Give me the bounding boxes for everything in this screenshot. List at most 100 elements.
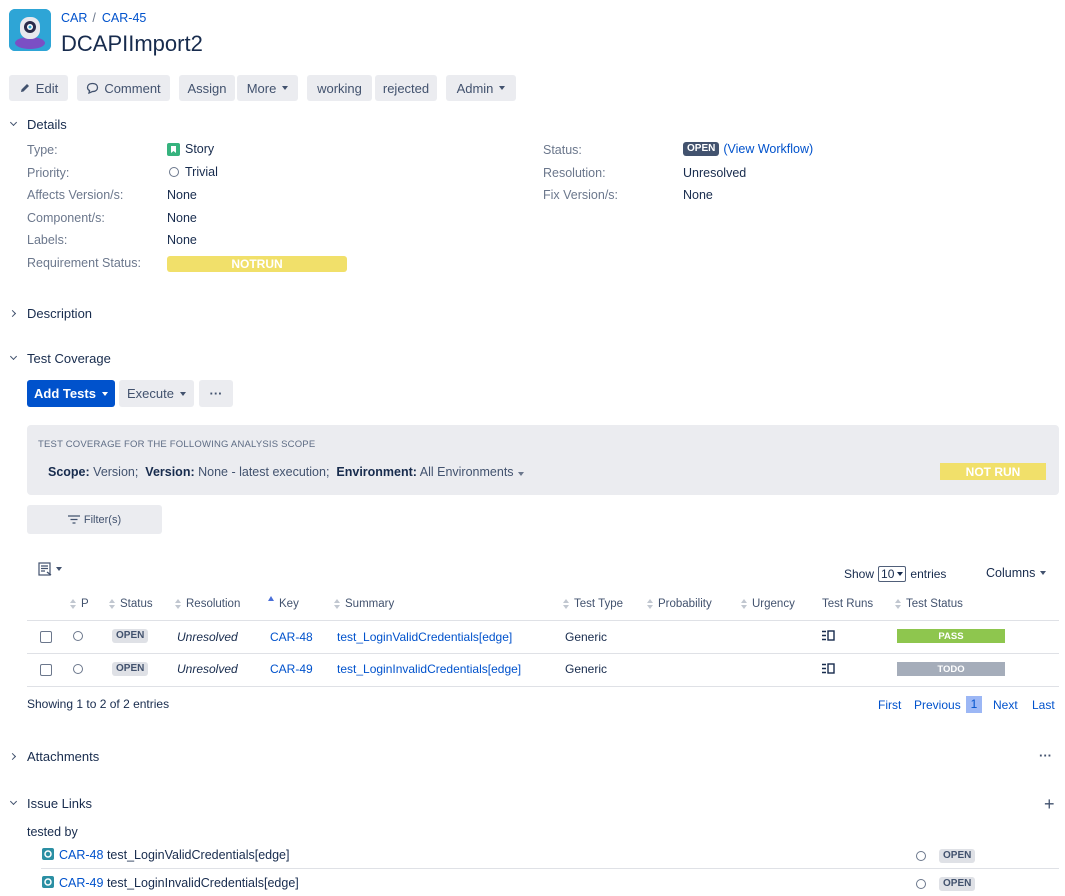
breadcrumb-project[interactable]: CAR [61,11,87,25]
pagination-next[interactable]: Next [993,698,1018,712]
pagination-last[interactable]: Last [1032,698,1055,712]
description-header: Description [27,306,93,321]
fix-version-value: None [683,188,713,202]
admin-button[interactable]: Admin [446,75,516,101]
sort-icon [741,599,747,609]
sort-icon [109,599,115,609]
sort-icon [334,599,340,609]
component-value: None [167,211,197,225]
entries-select[interactable]: 10 [878,566,907,582]
comment-button[interactable]: Comment [77,75,170,101]
col-test-runs: Test Runs [822,598,874,610]
coverage-scope-panel [27,425,1059,495]
attachments-more-button[interactable]: ··· [1039,748,1052,763]
rejected-button[interactable]: rejected [375,75,437,101]
test-issue-icon [42,848,54,863]
sort-icon [70,599,76,609]
attachments-header: Attachments [27,749,100,764]
test-type-cell: Generic [565,662,608,676]
table-divider [27,653,1059,654]
more-label: More [246,80,277,96]
issue-links-header: Issue Links [27,796,93,811]
sort-icon [895,599,901,609]
test-type-cell: Generic [565,630,608,644]
pagination-previous[interactable]: Previous [914,698,961,712]
col-p[interactable]: P [70,598,89,610]
columns-button[interactable]: Columns [986,566,1047,580]
col-summary[interactable]: Summary [334,598,394,610]
linked-issue-summary: test_LoginInvalidCredentials[edge] [106,876,299,890]
page-title: DCAPIImport2 [61,31,203,56]
assign-button[interactable]: Assign [179,75,235,101]
chevron-down-icon [179,391,186,396]
pagination-first[interactable]: First [878,698,901,712]
project-avatar[interactable] [9,9,51,51]
status-badge: OPEN [683,142,720,156]
attachments-toggle[interactable]: Attachments [9,749,99,764]
breadcrumb: CAR / CAR-45 [61,11,147,25]
pagination-page[interactable]: 1 [966,696,982,713]
col-probability[interactable]: Probability [647,598,712,610]
status-value: OPEN (View Workflow) [683,142,813,156]
linked-issue-summary: test_LoginValidCredentials[edge] [106,848,290,862]
export-menu-button[interactable] [38,562,62,576]
row-checkbox[interactable] [40,631,52,643]
pencil-icon [20,84,29,92]
col-resolution[interactable]: Resolution [175,598,240,610]
filters-button[interactable]: Filter(s) [27,505,162,534]
type-value: Story [167,142,214,156]
sort-icon [563,599,569,609]
type-label: Type: [27,143,58,157]
admin-label: Admin [456,80,494,96]
status-badge: OPEN [939,877,976,891]
overall-coverage-status: NOT RUN [940,463,1046,480]
edit-button[interactable]: Edit [9,75,68,101]
status-label: Status: [543,143,582,157]
add-tests-button[interactable]: Add Tests [27,380,115,407]
environment-dropdown[interactable]: All Environments [420,465,514,479]
priority-label: Priority: [27,166,70,180]
add-link-button[interactable]: + [1044,795,1055,813]
col-test-type[interactable]: Test Type [563,598,623,610]
description-toggle[interactable]: Description [9,306,92,321]
row-checkbox[interactable] [40,664,52,676]
export-list-icon [38,562,52,576]
test-runs-icon[interactable] [822,630,835,641]
details-toggle[interactable]: Details [9,117,67,132]
linked-issue-key[interactable]: CAR-48 [59,848,103,862]
test-status-bar: PASS [897,629,1005,643]
priority-icon [916,851,926,861]
working-button[interactable]: working [307,75,372,101]
affects-version-label: Affects Version/s: [27,188,124,202]
details-header: Details [27,117,67,132]
fix-version-label: Fix Version/s: [543,188,619,202]
execute-button[interactable]: Execute [119,380,194,407]
labels-label: Labels: [27,233,68,247]
test-runs-icon[interactable] [822,663,835,674]
test-coverage-header: Test Coverage [27,351,111,366]
col-status[interactable]: Status [109,598,153,610]
breadcrumb-issue[interactable]: CAR-45 [102,11,146,25]
list-divider [41,868,1059,869]
filter-icon [67,515,80,524]
col-urgency[interactable]: Urgency [741,598,795,610]
col-test-status[interactable]: Test Status [895,598,963,610]
more-actions-button[interactable]: ··· [199,380,233,407]
test-summary-link[interactable]: test_LoginValidCredentials[edge] [337,630,512,644]
chevron-down-icon [9,354,19,364]
test-key-link[interactable]: CAR-49 [270,662,313,676]
view-workflow-link[interactable]: (View Workflow) [723,142,813,156]
test-summary-link[interactable]: test_LoginInvalidCredentials[edge] [337,662,521,676]
resolution-cell: Unresolved [177,630,238,644]
caret-down-icon [517,472,524,476]
priority-value: Trivial [169,165,218,179]
col-key[interactable]: Key [268,596,299,610]
test-coverage-toggle[interactable]: Test Coverage [9,351,111,366]
story-icon [167,142,180,156]
chevron-down-icon [499,86,506,90]
linked-issue-key[interactable]: CAR-49 [59,876,103,890]
more-button[interactable]: More [237,75,298,101]
comment-icon [87,82,99,94]
test-key-link[interactable]: CAR-48 [270,630,313,644]
issue-links-toggle[interactable]: Issue Links [9,796,92,811]
